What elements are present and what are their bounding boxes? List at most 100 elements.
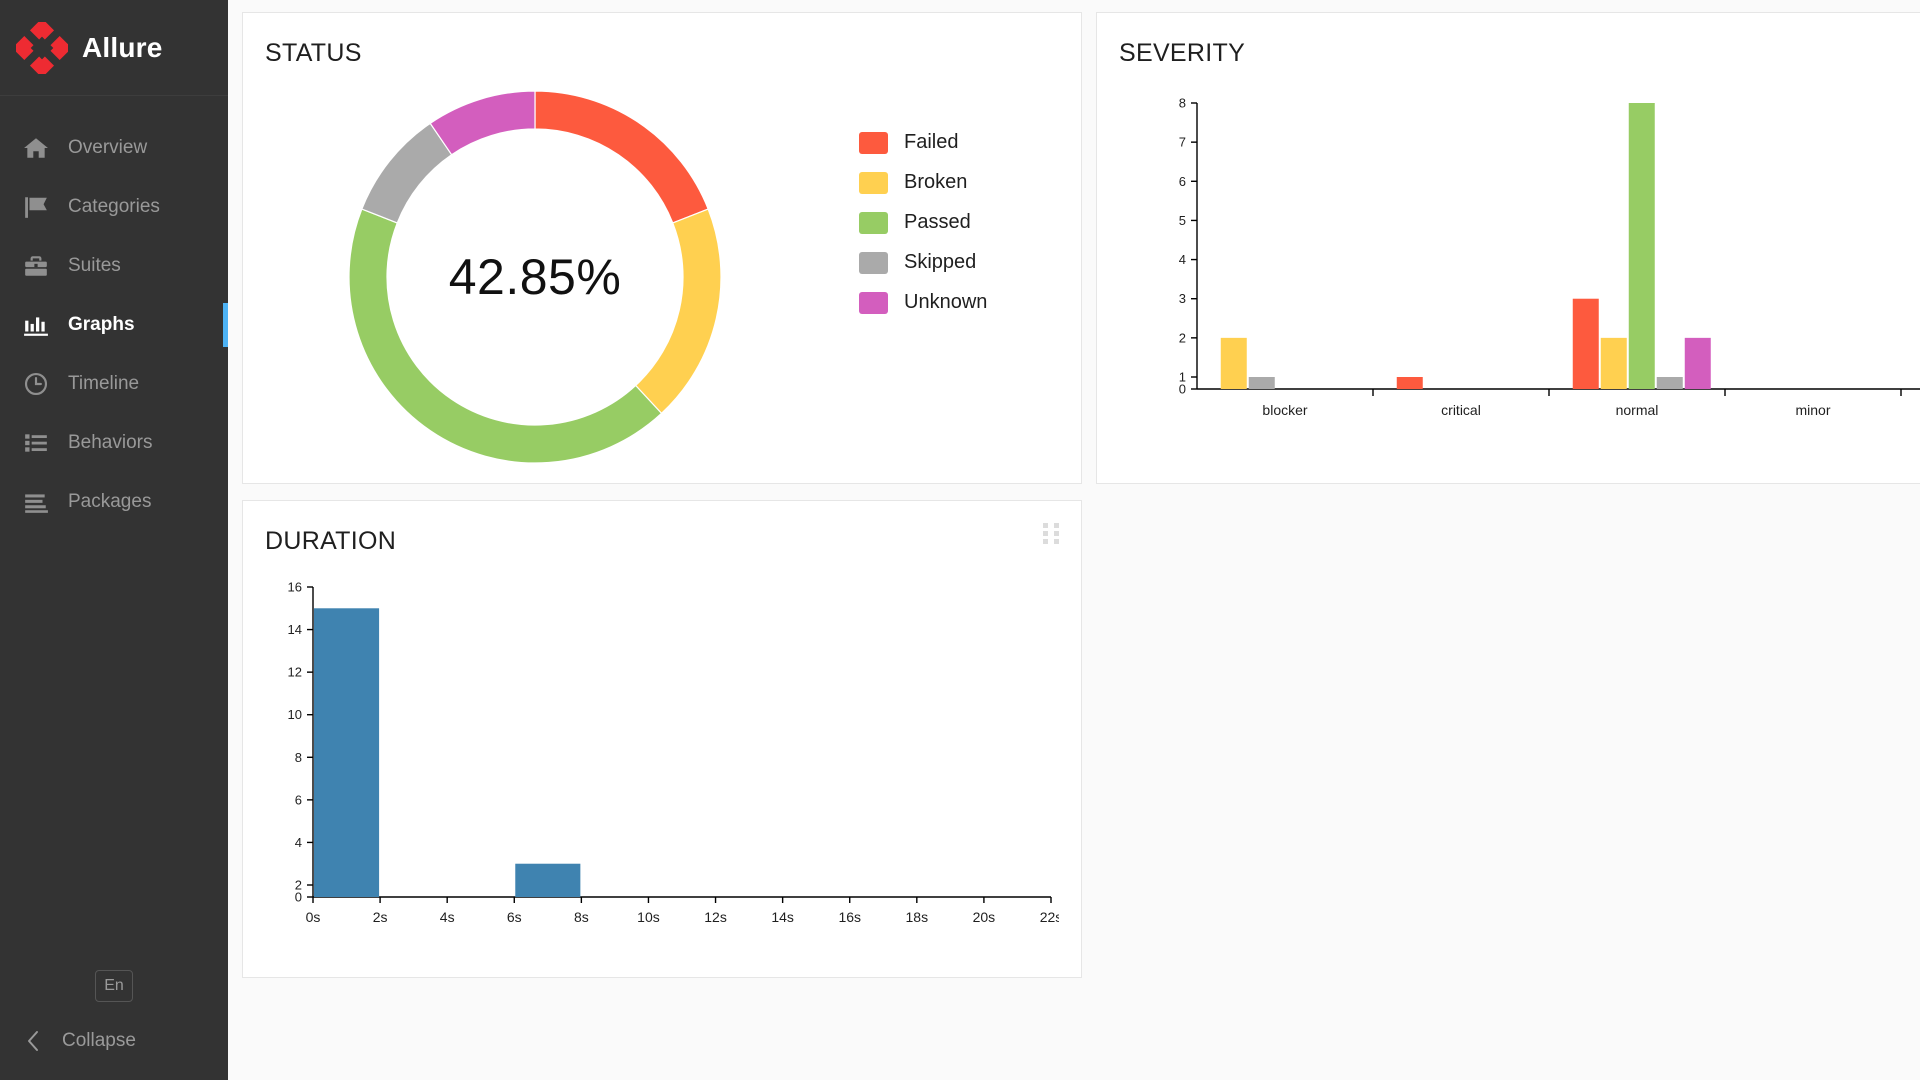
chevron-left-icon [26,1030,40,1052]
legend-swatch-broken [859,171,888,194]
duration-card-title: DURATION [265,527,397,555]
svg-text:8s: 8s [574,909,589,925]
duration-bar-0s-2s [314,608,380,897]
svg-text:8: 8 [295,750,302,765]
legend-label: Skipped [904,251,977,273]
sidebar-item-label: Timeline [68,372,140,394]
brand-name: Allure [82,31,163,63]
collapse-button[interactable]: Collapse [0,1024,228,1058]
sidebar-item-graphs[interactable]: Graphs [0,295,228,354]
legend-swatch-unknown [859,291,888,314]
svg-text:10: 10 [288,707,302,722]
status-card-title: STATUS [265,39,362,67]
svg-text:7: 7 [1179,135,1186,150]
svg-text:0s: 0s [306,909,321,925]
sidebar-item-suites[interactable]: Suites [0,236,228,295]
flag-icon [22,193,50,221]
legend-swatch-skipped [859,251,888,274]
legend-label: Unknown [904,291,988,313]
svg-text:12: 12 [288,665,302,680]
sidebar-item-label: Categories [68,195,160,217]
legend-item-passed[interactable]: Passed [859,211,987,234]
svg-text:4s: 4s [440,909,455,925]
status-card: STATUS 42.85% Failed Broken Passed Skipp… [242,12,1082,484]
main-content: STATUS 42.85% Failed Broken Passed Skipp… [228,0,1920,1080]
legend-swatch-passed [859,211,888,234]
sidebar-item-label: Behaviors [68,431,153,453]
sidebar-item-label: Overview [68,136,148,158]
svg-text:14: 14 [288,622,302,637]
collapse-label: Collapse [62,1030,136,1051]
severity-card: SEVERITY 0 1 2 3 4 5 6 7 8 blocker critical normal m… [1096,12,1920,484]
svg-text:4: 4 [295,835,302,850]
severity-bar-blocker-skipped [1248,377,1275,389]
legend-label: Broken [904,171,968,193]
sidebar-item-label: Suites [68,254,121,276]
legend-item-broken[interactable]: Broken [859,171,987,194]
svg-text:22s: 22s [1040,909,1059,925]
clock-icon [22,370,50,398]
severity-bar-blocker-broken [1220,337,1247,389]
severity-bar-normal-failed [1572,298,1599,389]
svg-text:5: 5 [1179,213,1186,228]
allure-logo-icon [12,17,72,78]
sidebar-footer: En Collapse [0,970,228,1080]
svg-text:minor: minor [1795,402,1830,418]
sidebar-item-overview[interactable]: Overview [0,118,228,177]
duration-bar-chart[interactable]: 0 2 4 6 8 10 12 14 16 0s 2s 4s 6s 8s 10s 12s 14s 16s 18s 20… [269,579,1063,957]
svg-text:2: 2 [1179,330,1186,345]
status-donut-chart[interactable]: 42.85% [348,90,722,464]
bar-chart-icon [22,311,50,339]
svg-text:4: 4 [1179,252,1186,267]
svg-text:12s: 12s [704,909,727,925]
svg-text:20s: 20s [973,909,996,925]
briefcase-icon [22,252,50,280]
drag-handle-icon[interactable] [1043,523,1059,545]
sidebar-item-packages[interactable]: Packages [0,472,228,531]
donut-center-value: 42.85% [448,249,622,305]
legend-label: Passed [904,211,971,233]
svg-text:1: 1 [1179,370,1186,385]
sidebar-item-behaviors[interactable]: Behaviors [0,413,228,472]
svg-text:6: 6 [295,792,302,807]
severity-bar-normal-skipped [1656,377,1683,389]
brand-header[interactable]: Allure [0,0,228,96]
svg-text:2s: 2s [373,909,388,925]
home-icon [22,134,50,162]
severity-bar-critical-failed [1396,377,1423,389]
legend-item-failed[interactable]: Failed [859,131,987,154]
legend-item-skipped[interactable]: Skipped [859,251,987,274]
svg-text:6: 6 [1179,174,1186,189]
svg-text:2: 2 [295,878,302,893]
duration-bar-6s-8s [515,863,581,897]
svg-text:10s: 10s [637,909,660,925]
severity-bar-normal-passed [1628,103,1655,389]
severity-bar-chart[interactable]: 012345678blockercriticalnormalminortrivi… [1157,95,1920,457]
lines-icon [22,488,50,516]
severity-card-title: SEVERITY [1119,39,1246,67]
sidebar-item-label: Graphs [68,313,135,335]
sidebar: Allure Overview Categories Suites Graphs… [0,0,228,1080]
svg-text:6s: 6s [507,909,522,925]
svg-text:blocker: blocker [1262,402,1307,418]
duration-svg: 02468101214160s 2s 4s 6s 8s 10s 12s 14s 16s 18s 20… [288,580,1063,926]
svg-text:critical: critical [1441,402,1481,418]
language-button[interactable]: En [95,970,133,1002]
legend-item-unknown[interactable]: Unknown [859,291,987,314]
svg-text:16: 16 [288,580,302,595]
severity-svg: 012345678blockercriticalnormalminortrivi… [1179,96,1920,418]
legend-label: Failed [904,131,959,153]
legend-swatch-failed [859,131,888,154]
svg-text:18s: 18s [906,909,929,925]
sidebar-item-timeline[interactable]: Timeline [0,354,228,413]
list-icon [22,429,50,457]
severity-bar-normal-broken [1600,337,1627,389]
sidebar-nav: Overview Categories Suites Graphs Timeli… [0,118,228,531]
svg-text:8: 8 [1179,96,1186,111]
status-legend: Failed Broken Passed Skipped Unknown [859,131,987,314]
duration-card: DURATION 0 2 4 6 8 10 12 14 16 0s 2s 4s 6s 8s 10s 12s 14… [242,500,1082,978]
svg-text:14s: 14s [771,909,794,925]
severity-bar-normal-unknown [1684,337,1711,389]
sidebar-item-categories[interactable]: Categories [0,177,228,236]
svg-text:3: 3 [1179,291,1186,306]
